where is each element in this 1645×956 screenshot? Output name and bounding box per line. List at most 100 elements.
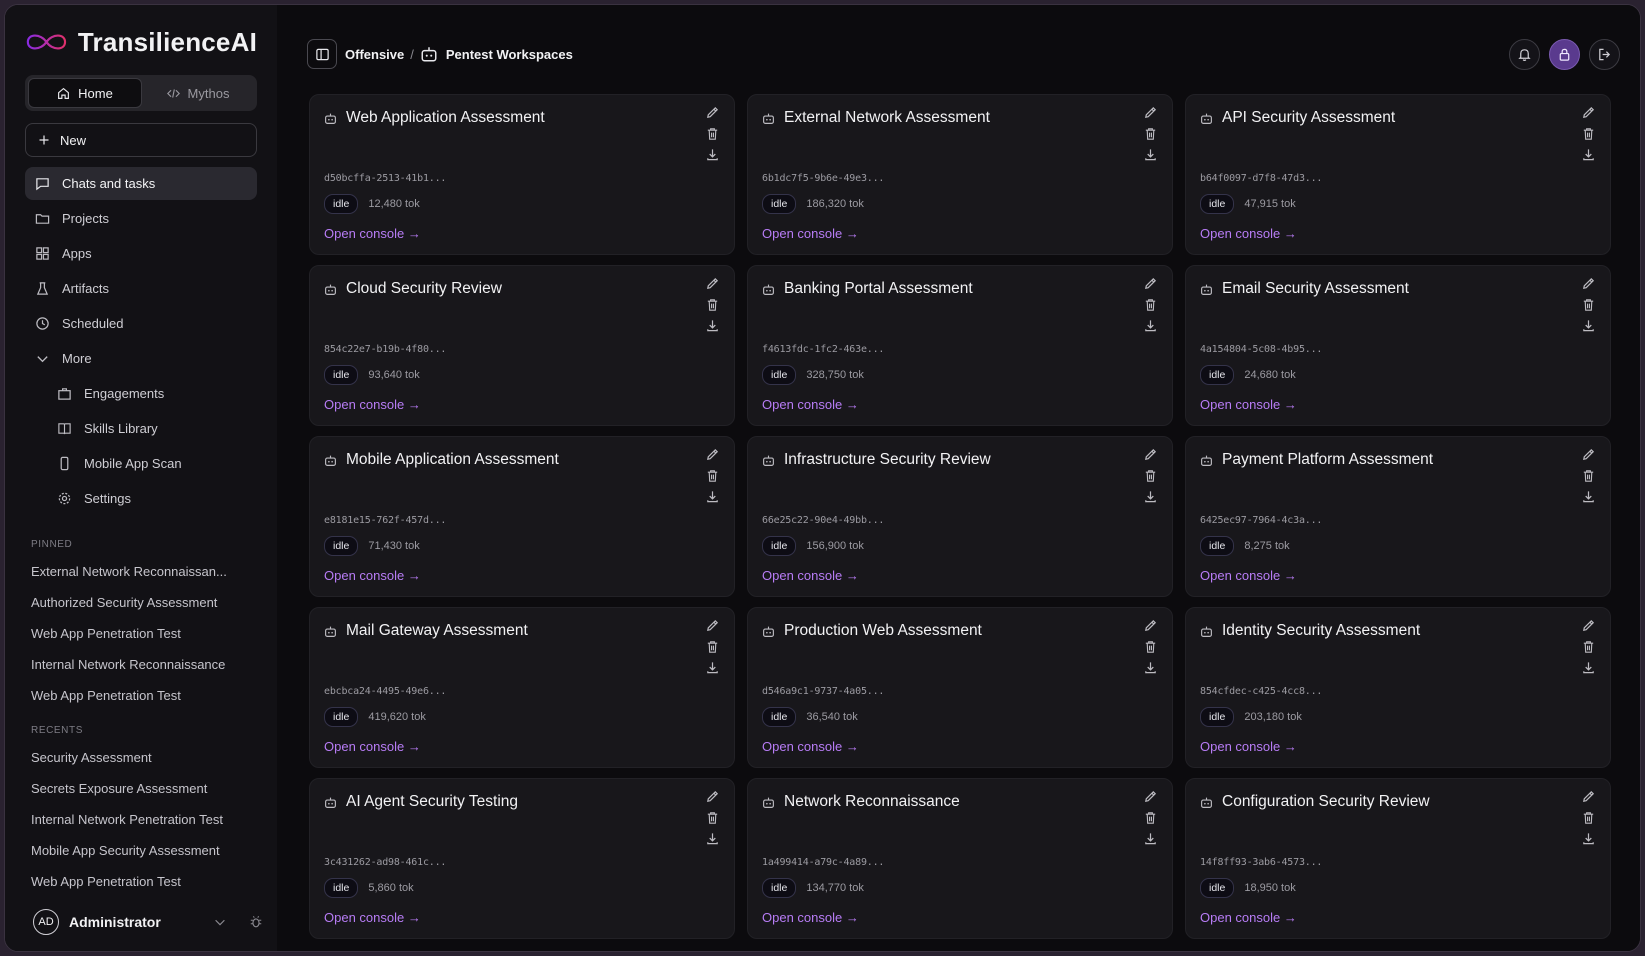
- delete-button[interactable]: [705, 639, 720, 654]
- workspace-title[interactable]: Configuration Security Review: [1222, 793, 1430, 811]
- open-console-link[interactable]: Open console →: [324, 568, 421, 583]
- edit-button[interactable]: [1581, 276, 1596, 291]
- open-console-link[interactable]: Open console →: [1200, 226, 1297, 241]
- workspace-card[interactable]: Email Security Assessment 4a154804-5c08-…: [1185, 265, 1611, 426]
- pinned-item[interactable]: Internal Network Reconnaissance: [25, 649, 257, 680]
- workspace-title[interactable]: Network Reconnaissance: [784, 793, 960, 811]
- delete-button[interactable]: [1581, 126, 1596, 141]
- brand[interactable]: TransilienceAI: [25, 21, 257, 63]
- delete-button[interactable]: [705, 126, 720, 141]
- nav-item-settings[interactable]: Settings: [25, 482, 257, 515]
- workspace-card[interactable]: Banking Portal Assessment f4613fdc-1fc2-…: [747, 265, 1173, 426]
- nav-item-engagements[interactable]: Engagements: [25, 377, 257, 410]
- edit-button[interactable]: [1143, 276, 1158, 291]
- open-console-link[interactable]: Open console →: [1200, 910, 1297, 925]
- pinned-item[interactable]: Web App Penetration Test: [25, 618, 257, 649]
- delete-button[interactable]: [705, 468, 720, 483]
- delete-button[interactable]: [1581, 468, 1596, 483]
- download-button[interactable]: [1581, 318, 1596, 333]
- edit-button[interactable]: [705, 447, 720, 462]
- edit-button[interactable]: [1581, 789, 1596, 804]
- workspace-title[interactable]: Mail Gateway Assessment: [346, 622, 528, 640]
- workspace-title[interactable]: Cloud Security Review: [346, 280, 502, 298]
- workspace-title[interactable]: External Network Assessment: [784, 109, 990, 127]
- delete-button[interactable]: [1581, 639, 1596, 654]
- delete-button[interactable]: [1581, 810, 1596, 825]
- nav-item-skills-library[interactable]: Skills Library: [25, 412, 257, 445]
- edit-button[interactable]: [705, 105, 720, 120]
- download-button[interactable]: [705, 831, 720, 846]
- edit-button[interactable]: [1581, 618, 1596, 633]
- download-button[interactable]: [705, 660, 720, 675]
- open-console-link[interactable]: Open console →: [762, 568, 859, 583]
- open-console-link[interactable]: Open console →: [762, 226, 859, 241]
- workspace-title[interactable]: Web Application Assessment: [346, 109, 545, 127]
- download-button[interactable]: [1143, 318, 1158, 333]
- edit-button[interactable]: [1143, 105, 1158, 120]
- edit-button[interactable]: [1581, 105, 1596, 120]
- recent-item[interactable]: Secrets Exposure Assessment: [25, 773, 257, 804]
- open-console-link[interactable]: Open console →: [762, 739, 859, 754]
- workspace-title[interactable]: Payment Platform Assessment: [1222, 451, 1433, 469]
- download-button[interactable]: [1581, 147, 1596, 162]
- breadcrumb-parent[interactable]: Offensive: [345, 47, 404, 62]
- download-button[interactable]: [1581, 831, 1596, 846]
- edit-button[interactable]: [1143, 789, 1158, 804]
- delete-button[interactable]: [1143, 468, 1158, 483]
- workspace-card[interactable]: External Network Assessment 6b1dc7f5-9b6…: [747, 94, 1173, 255]
- nav-item-mobile-app-scan[interactable]: Mobile App Scan: [25, 447, 257, 480]
- workspace-title[interactable]: Infrastructure Security Review: [784, 451, 991, 469]
- download-button[interactable]: [1581, 660, 1596, 675]
- delete-button[interactable]: [1143, 126, 1158, 141]
- delete-button[interactable]: [1143, 639, 1158, 654]
- edit-button[interactable]: [705, 618, 720, 633]
- notifications-button[interactable]: [1509, 38, 1540, 70]
- nav-item-projects[interactable]: Projects: [25, 202, 257, 235]
- recent-item[interactable]: Internal Network Penetration Test: [25, 804, 257, 835]
- workspace-card[interactable]: Payment Platform Assessment 6425ec97-796…: [1185, 436, 1611, 597]
- nav-item-apps[interactable]: Apps: [25, 237, 257, 270]
- user-menu[interactable]: AD Administrator: [33, 907, 263, 937]
- delete-button[interactable]: [1581, 297, 1596, 312]
- pinned-item[interactable]: Authorized Security Assessment: [25, 587, 257, 618]
- workspace-card[interactable]: Identity Security Assessment 854cfdec-c4…: [1185, 607, 1611, 768]
- workspace-card[interactable]: Network Reconnaissance 1a499414-a79c-4a8…: [747, 778, 1173, 939]
- recent-item[interactable]: Web App Penetration Test: [25, 866, 257, 897]
- open-console-link[interactable]: Open console →: [1200, 397, 1297, 412]
- sidebar-toggle-button[interactable]: [307, 39, 337, 69]
- workspace-title[interactable]: Identity Security Assessment: [1222, 622, 1420, 640]
- download-button[interactable]: [1143, 660, 1158, 675]
- edit-button[interactable]: [705, 276, 720, 291]
- workspace-card[interactable]: Web Application Assessment d50bcffa-2513…: [309, 94, 735, 255]
- workspace-card[interactable]: Infrastructure Security Review 66e25c22-…: [747, 436, 1173, 597]
- delete-button[interactable]: [705, 810, 720, 825]
- recent-item[interactable]: Security Assessment: [25, 742, 257, 773]
- download-button[interactable]: [1143, 489, 1158, 504]
- delete-button[interactable]: [1143, 810, 1158, 825]
- recent-item[interactable]: Mobile App Security Assessment: [25, 835, 257, 866]
- nav-item-more[interactable]: More: [25, 342, 257, 375]
- open-console-link[interactable]: Open console →: [324, 397, 421, 412]
- bug-icon[interactable]: [249, 915, 263, 929]
- pinned-item[interactable]: External Network Reconnaissan...: [25, 556, 257, 587]
- workspace-title[interactable]: Email Security Assessment: [1222, 280, 1409, 298]
- edit-button[interactable]: [1581, 447, 1596, 462]
- workspace-title[interactable]: Mobile Application Assessment: [346, 451, 559, 469]
- workspace-card[interactable]: AI Agent Security Testing 3c431262-ad98-…: [309, 778, 735, 939]
- edit-button[interactable]: [1143, 618, 1158, 633]
- workspace-card[interactable]: Production Web Assessment d546a9c1-9737-…: [747, 607, 1173, 768]
- open-console-link[interactable]: Open console →: [762, 910, 859, 925]
- open-console-link[interactable]: Open console →: [324, 226, 421, 241]
- open-console-link[interactable]: Open console →: [324, 739, 421, 754]
- mode-home-button[interactable]: Home: [28, 78, 142, 108]
- workspace-card[interactable]: Configuration Security Review 14f8ff93-3…: [1185, 778, 1611, 939]
- workspace-title[interactable]: API Security Assessment: [1222, 109, 1395, 127]
- delete-button[interactable]: [705, 297, 720, 312]
- download-button[interactable]: [705, 147, 720, 162]
- nav-item-scheduled[interactable]: Scheduled: [25, 307, 257, 340]
- chevron-down-icon[interactable]: [213, 915, 227, 929]
- open-console-link[interactable]: Open console →: [1200, 739, 1297, 754]
- workspace-card[interactable]: Mobile Application Assessment e8181e15-7…: [309, 436, 735, 597]
- delete-button[interactable]: [1143, 297, 1158, 312]
- logout-button[interactable]: [1589, 38, 1620, 70]
